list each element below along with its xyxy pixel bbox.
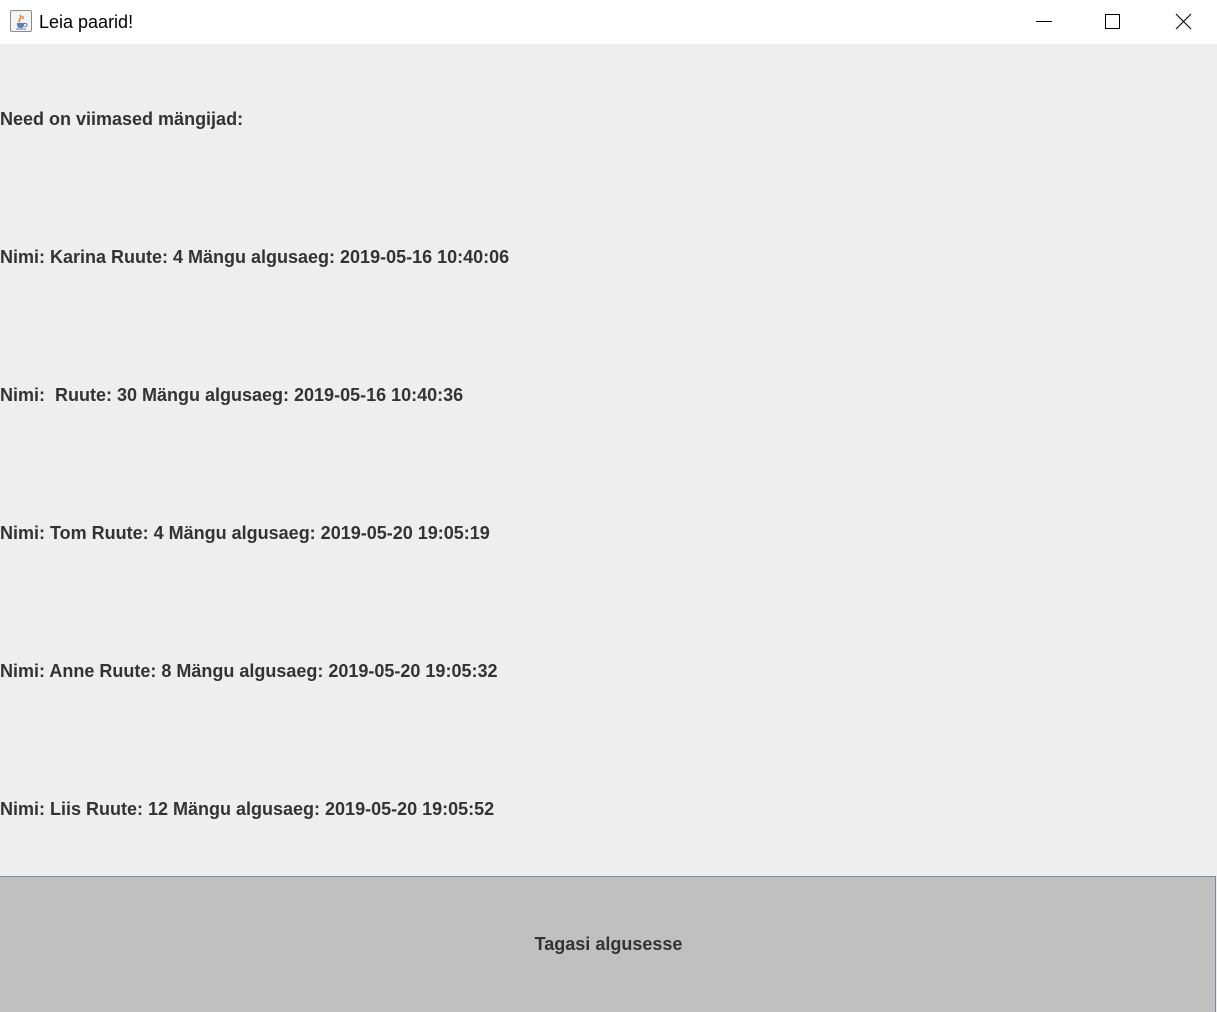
app-window: Leia paarid! Need on viimased mängijad: … — [0, 0, 1217, 1012]
back-to-start-label: Tagasi algusesse — [534, 934, 683, 954]
maximize-button[interactable] — [1078, 0, 1146, 44]
back-to-start-button[interactable]: Tagasi algusesse — [0, 876, 1216, 1012]
player-entry: Nimi: Tom Ruute: 4 Mängu algusaeg: 2019-… — [0, 523, 490, 543]
close-button[interactable] — [1149, 0, 1217, 44]
player-entry: Nimi: Karina Ruute: 4 Mängu algusaeg: 20… — [0, 247, 510, 267]
players-panel: Need on viimased mängijad: Nimi: Karina … — [0, 44, 1217, 876]
java-cup-icon — [10, 10, 32, 32]
minimize-icon — [1036, 21, 1052, 22]
players-heading: Need on viimased mängijad: — [0, 109, 244, 129]
close-icon — [1175, 13, 1192, 30]
window-title: Leia paarid! — [39, 12, 134, 32]
player-entry: Nimi: Anne Ruute: 8 Mängu algusaeg: 2019… — [0, 661, 498, 681]
minimize-button[interactable] — [1009, 0, 1077, 44]
maximize-icon — [1105, 14, 1120, 29]
player-entry: Nimi: Liis Ruute: 12 Mängu algusaeg: 201… — [0, 799, 495, 819]
player-entry: Nimi: Ruute: 30 Mängu algusaeg: 2019-05-… — [0, 385, 464, 405]
title-bar[interactable]: Leia paarid! — [0, 0, 1217, 44]
